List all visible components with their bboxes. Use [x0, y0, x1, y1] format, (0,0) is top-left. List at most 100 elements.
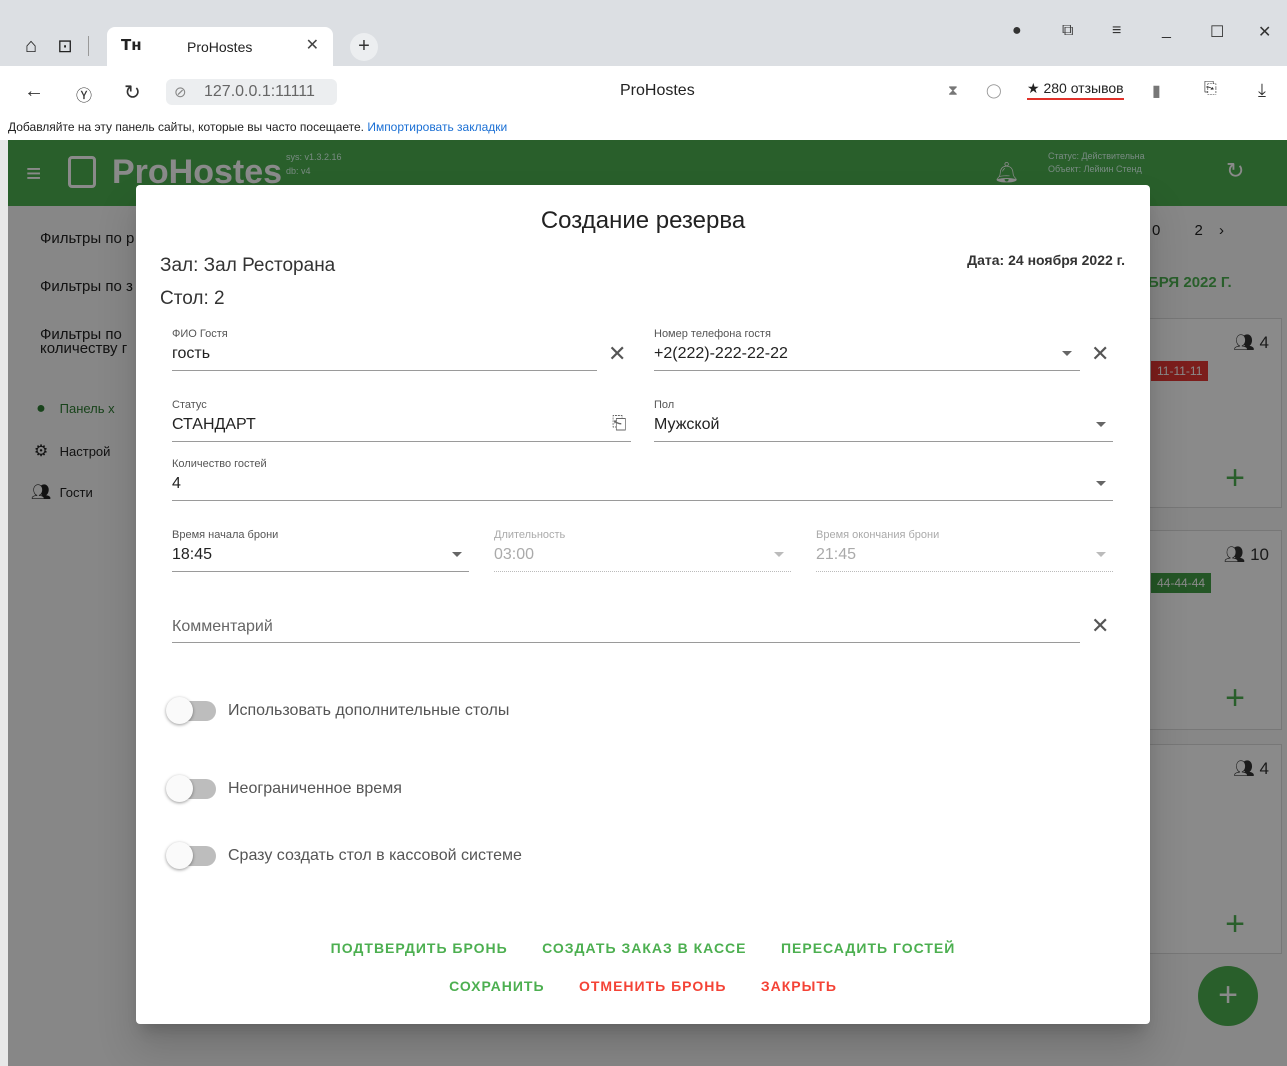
create-order-button[interactable]: СОЗДАТЬ ЗАКАЗ В КАССЕ	[542, 940, 746, 956]
start-time-label: Время начала брони	[172, 529, 279, 541]
extra-tables-label[interactable]: Использовать дополнительные столы	[228, 702, 509, 720]
create-reservation-dialog: Создание резерва Зал: Зал Ресторана Стол…	[136, 185, 1150, 1024]
dialog-title: Создание резерва	[540, 207, 746, 234]
browser-addressbar: ← Ⓨ ↻ ⊘ 127.0.0.1:11111 ProHostes ⧗ ◯ ★ …	[0, 66, 1287, 116]
phone-value: +2(222)-222-22-22	[654, 345, 788, 362]
chevron-down-icon	[774, 552, 784, 557]
bookmarks-bar: Добавляйте на эту панель сайты, которые …	[0, 116, 1287, 140]
guest-name-field[interactable]: ФИО Гостя гость	[172, 328, 597, 371]
reviews-count: 280 отзывов	[1043, 80, 1124, 96]
underline	[654, 441, 1113, 442]
new-tab-button[interactable]: +	[350, 33, 378, 61]
reading-icon[interactable]: ⎘	[1204, 80, 1217, 98]
chevron-down-icon	[1096, 552, 1106, 557]
download-icon[interactable]: ⤓	[1258, 80, 1266, 101]
paperclip-icon[interactable]: ⎗	[612, 413, 626, 434]
underline	[172, 500, 1113, 501]
phone-label: Номер телефона гостя	[654, 328, 771, 340]
toggle-knob	[166, 697, 193, 724]
duration-value: 03:00	[494, 546, 535, 563]
underline	[172, 370, 597, 371]
hall-label: Зал: Зал Ресторана	[160, 255, 336, 276]
clear-comment-icon[interactable]: ✕	[1091, 615, 1109, 637]
phone-field[interactable]: Номер телефона гостя +2(222)-222-22-22	[654, 328, 1080, 371]
guest-name-label: ФИО Гостя	[172, 328, 228, 340]
underline	[654, 370, 1080, 371]
url-text: 127.0.0.1:11111	[204, 83, 315, 100]
browser-tabbar: ⌂ ⊡ Тн ProHostes ✕ + ● ⧉ ≡ _ ☐ ✕	[0, 0, 1287, 67]
gender-label: Пол	[654, 399, 675, 411]
underline	[816, 571, 1113, 572]
guest-count-label: Количество гостей	[172, 458, 267, 470]
status-value: СТАНДАРТ	[172, 416, 256, 433]
toggle-knob	[166, 842, 193, 869]
cancel-booking-button[interactable]: ОТМЕНИТЬ БРОНЬ	[579, 978, 726, 994]
back-arrow-icon[interactable]: ←	[24, 80, 44, 103]
window-close-icon[interactable]: ✕	[1258, 22, 1271, 42]
table-label: Стол: 2	[160, 288, 225, 309]
translate-icon[interactable]: ⧗	[948, 82, 958, 99]
tab-close-icon[interactable]: ✕	[306, 35, 319, 55]
reseat-guests-button[interactable]: ПЕРЕСАДИТЬ ГОСТЕЙ	[781, 940, 955, 956]
actions-row-secondary: СОХРАНИТЬ ОТМЕНИТЬ БРОНЬ ЗАКРЫТЬ	[136, 978, 1150, 996]
date-label: Дата: 24 ноября 2022 г.	[967, 252, 1125, 268]
address-page-title: ProHostes	[620, 82, 695, 99]
chevron-down-icon[interactable]	[1096, 481, 1106, 486]
bookmark-icon[interactable]: ▮	[1152, 81, 1161, 101]
status-label: Статус	[172, 399, 207, 411]
maximize-icon[interactable]: ☐	[1210, 22, 1224, 42]
guest-name-value: гость	[172, 345, 211, 362]
import-bookmarks-link[interactable]: Импортировать закладки	[367, 120, 507, 134]
clear-guest-name-icon[interactable]: ✕	[608, 343, 626, 365]
reviews-link[interactable]: ★ 280 отзывов	[1027, 80, 1124, 100]
tab-favicon: Тн	[121, 36, 142, 54]
menu-icon[interactable]: ≡	[1112, 22, 1121, 40]
yandex-icon[interactable]: Ⓨ	[76, 82, 92, 106]
tabbar-divider	[88, 36, 89, 56]
toggle-knob	[166, 775, 193, 802]
end-time-select: Время окончания брони 21:45	[816, 529, 1113, 572]
status-field[interactable]: Статус СТАНДАРТ ⎗	[172, 399, 631, 442]
end-time-label: Время окончания брони	[816, 529, 940, 541]
extra-tables-toggle[interactable]	[166, 697, 216, 724]
site-info-icon[interactable]: ⊘	[174, 83, 187, 101]
gender-value: Мужской	[654, 416, 720, 433]
duration-select: Длительность 03:00	[494, 529, 791, 572]
tabs-panel-icon[interactable]: ⊡	[52, 34, 78, 58]
url-field[interactable]: ⊘ 127.0.0.1:11111	[166, 79, 337, 105]
comment-input[interactable]: Комментарий	[172, 605, 1080, 643]
underline	[172, 571, 469, 572]
close-button[interactable]: ЗАКРЫТЬ	[761, 978, 837, 994]
chevron-down-icon[interactable]	[452, 552, 462, 557]
collections-icon[interactable]: ⧉	[1062, 22, 1073, 40]
unlimited-time-toggle[interactable]	[166, 775, 216, 802]
minimize-icon[interactable]: _	[1162, 22, 1171, 40]
confirm-booking-button[interactable]: ПОДТВЕРДИТЬ БРОНЬ	[331, 940, 508, 956]
comment-placeholder: Комментарий	[172, 618, 273, 635]
duration-label: Длительность	[494, 529, 566, 541]
gender-select[interactable]: Пол Мужской	[654, 399, 1113, 442]
unlimited-time-label[interactable]: Неограниченное время	[228, 780, 402, 798]
create-in-pos-toggle[interactable]	[166, 842, 216, 869]
guest-count-value: 4	[172, 475, 181, 492]
guest-count-select[interactable]: Количество гостей 4	[172, 458, 1113, 501]
profile-icon[interactable]: ●	[1012, 22, 1022, 40]
underline	[494, 571, 791, 572]
tab-title: ProHostes	[187, 39, 253, 55]
start-time-select[interactable]: Время начала брони 18:45	[172, 529, 469, 572]
end-time-value: 21:45	[816, 546, 857, 563]
chevron-down-icon[interactable]	[1062, 351, 1072, 356]
bookmarks-hint: Добавляйте на эту панель сайты, которые …	[8, 120, 364, 134]
underline	[172, 642, 1080, 643]
create-in-pos-label[interactable]: Сразу создать стол в кассовой системе	[228, 847, 522, 865]
chat-icon[interactable]: ◯	[986, 82, 1002, 99]
reload-icon[interactable]: ↻	[124, 80, 141, 105]
underline	[172, 441, 631, 442]
clear-phone-icon[interactable]: ✕	[1091, 343, 1109, 365]
start-time-value: 18:45	[172, 546, 213, 563]
browser-tab-active[interactable]: Тн ProHostes ✕	[107, 27, 333, 67]
chevron-down-icon[interactable]	[1096, 422, 1106, 427]
save-button[interactable]: СОХРАНИТЬ	[449, 978, 544, 994]
actions-row-primary: ПОДТВЕРДИТЬ БРОНЬ СОЗДАТЬ ЗАКАЗ В КАССЕ …	[136, 940, 1150, 958]
home-icon[interactable]: ⌂	[18, 34, 44, 58]
